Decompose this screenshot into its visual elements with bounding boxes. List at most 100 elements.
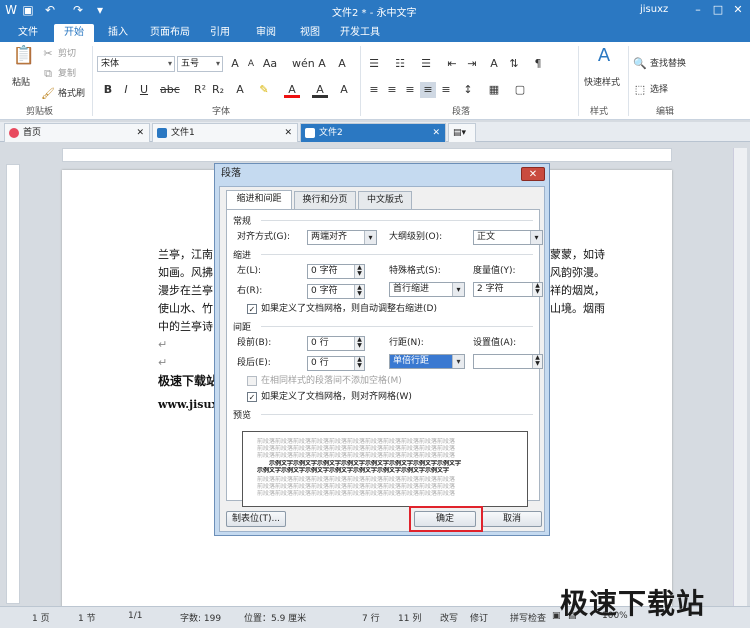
subscript-icon[interactable]: R₂ [210, 82, 226, 98]
doc-tab-file1[interactable]: 文件1 ✕ [152, 123, 298, 142]
distribute-icon[interactable]: ≡ [438, 82, 454, 98]
spinner-icon[interactable]: ▲ ▼ [532, 283, 542, 296]
char-scale-icon[interactable]: A [336, 82, 352, 98]
format-painter-button[interactable]: 格式刷 [58, 87, 85, 101]
superscript-icon[interactable]: R² [192, 82, 208, 98]
doc-tab-file2[interactable]: 文件2 ✕ [300, 123, 446, 142]
vertical-scrollbar[interactable] [733, 148, 747, 606]
justify-icon[interactable]: ≡ [420, 82, 436, 98]
borders-icon[interactable]: ▢ [512, 82, 528, 98]
redo-icon[interactable]: ↷ [70, 2, 86, 18]
dialog-close-icon[interactable]: ✕ [521, 167, 545, 181]
tab-page-layout[interactable]: 页面布局 [144, 24, 196, 42]
select-icon[interactable]: ⬚ [632, 82, 648, 98]
space-before-input[interactable]: 0 行 ▲ ▼ [307, 336, 365, 351]
tab-chinese-typography[interactable]: 中文版式 [358, 191, 412, 209]
spinner-icon[interactable]: ▲ ▼ [354, 285, 364, 298]
measure-input[interactable]: 2 字符 ▲ ▼ [473, 282, 543, 297]
maximize-icon[interactable]: □ [710, 2, 726, 18]
line-spacing-icon[interactable]: ↕ [460, 82, 476, 98]
font-size-select[interactable]: 五号 [177, 56, 223, 72]
save-icon[interactable]: ▣ [20, 2, 36, 18]
minimize-icon[interactable]: – [690, 2, 706, 18]
indent-right-input[interactable]: 0 字符 ▲ ▼ [307, 284, 365, 299]
italic-icon[interactable]: I [118, 82, 134, 98]
text-effect-icon[interactable]: A [232, 82, 248, 98]
app-icon[interactable]: W [3, 2, 19, 18]
spinner-icon[interactable]: ▲ ▼ [532, 355, 542, 368]
cut-icon[interactable]: ✂ [40, 46, 56, 62]
multilevel-list-icon[interactable]: ☰ [418, 56, 434, 72]
setting-value-input[interactable]: ▲ ▼ [473, 354, 543, 369]
decrease-indent-icon[interactable]: ⇤ [444, 56, 460, 72]
paste-button[interactable]: 粘贴 [12, 76, 30, 90]
shrink-font-icon[interactable]: A [243, 56, 259, 72]
space-after-input[interactable]: 0 行 ▲ ▼ [307, 356, 365, 371]
spinner-icon[interactable]: ▲ ▼ [354, 357, 364, 370]
tab-line-page-breaks[interactable]: 换行和分页 [294, 191, 356, 209]
strikethrough-icon[interactable]: abc [160, 82, 180, 98]
spinner-icon[interactable]: ▲ ▼ [354, 265, 364, 278]
highlight-icon[interactable]: ✎ [256, 82, 272, 98]
tabs-button[interactable]: 制表位(T)... [226, 511, 286, 527]
paste-icon[interactable]: 📋 [12, 47, 36, 72]
tab-indent-spacing[interactable]: 缩进和间距 [226, 190, 292, 210]
numbering-icon[interactable]: ☷ [392, 56, 408, 72]
user-name[interactable]: jisuxz [640, 4, 668, 15]
font-name-select[interactable]: 宋体 [97, 56, 175, 72]
chinese-layout-icon[interactable]: A [486, 56, 502, 72]
align-center-icon[interactable]: ≡ [384, 82, 400, 98]
line-spacing-select[interactable]: 单倍行距 ▾ [389, 354, 465, 369]
no-space-checkbox[interactable] [247, 376, 257, 386]
vertical-ruler[interactable] [6, 164, 20, 604]
tab-file[interactable]: 文件 [8, 24, 48, 42]
font-color-icon[interactable]: A [284, 82, 300, 98]
status-spellcheck[interactable]: 拼写检查 [510, 611, 546, 624]
horizontal-ruler[interactable] [62, 148, 672, 162]
close-icon[interactable]: ✕ [730, 2, 746, 18]
bullets-icon[interactable]: ☰ [366, 56, 382, 72]
status-words[interactable]: 字数: 199 [180, 611, 221, 624]
clear-format-icon[interactable]: A [314, 56, 330, 72]
doc-tab-home[interactable]: 首页 ✕ [4, 123, 150, 142]
tab-insert[interactable]: 插入 [98, 24, 138, 42]
shading-icon[interactable]: ▦ [486, 82, 502, 98]
align-left-icon[interactable]: ≡ [366, 82, 382, 98]
tab-review[interactable]: 审阅 [246, 24, 286, 42]
change-case-icon[interactable]: Aa [262, 56, 278, 72]
undo-icon[interactable]: ↶ [42, 2, 58, 18]
char-border-icon[interactable]: A [334, 56, 350, 72]
tab-view[interactable]: 视图 [290, 24, 330, 42]
sort-icon[interactable]: ⇅ [506, 56, 522, 72]
close-tab-icon[interactable]: ✕ [432, 124, 440, 142]
align-right-icon[interactable]: ≡ [402, 82, 418, 98]
cancel-button[interactable]: 取消 [482, 511, 542, 527]
find-replace-button[interactable]: 查找替换 [650, 57, 686, 71]
pinyin-icon[interactable]: wén [292, 56, 315, 72]
new-tab-button[interactable]: ▤▾ [448, 123, 476, 142]
grow-font-icon[interactable]: A [227, 56, 243, 72]
close-tab-icon[interactable]: ✕ [284, 124, 292, 142]
tab-developer[interactable]: 开发工具 [334, 24, 386, 42]
copy-button[interactable]: 复制 [58, 67, 76, 81]
quick-style-button[interactable]: 快速样式 [584, 76, 620, 90]
auto-adjust-checkbox[interactable]: ✓ [247, 304, 257, 314]
alignment-select[interactable]: 两端对齐 ▾ [307, 230, 377, 245]
close-tab-icon[interactable]: ✕ [136, 124, 144, 142]
find-replace-icon[interactable]: 🔍 [632, 56, 648, 72]
show-marks-icon[interactable]: ¶ [530, 56, 546, 72]
status-revise[interactable]: 修订 [470, 611, 488, 624]
increase-indent-icon[interactable]: ⇥ [464, 56, 480, 72]
bold-icon[interactable]: B [100, 82, 116, 98]
indent-left-input[interactable]: 0 字符 ▲ ▼ [307, 264, 365, 279]
customize-icon[interactable]: ▾ [92, 2, 108, 18]
snap-grid-checkbox[interactable]: ✓ [247, 392, 257, 402]
copy-icon[interactable]: ⧉ [40, 66, 56, 82]
quick-style-icon[interactable]: A [592, 47, 616, 72]
outline-level-select[interactable]: 正文 ▾ [473, 230, 543, 245]
cut-button[interactable]: 剪切 [58, 47, 76, 61]
select-button[interactable]: 选择 [650, 83, 668, 97]
status-overtype[interactable]: 改写 [440, 611, 458, 624]
underline-icon[interactable]: U [136, 82, 152, 98]
special-format-select[interactable]: 首行缩进 ▾ [389, 282, 465, 297]
